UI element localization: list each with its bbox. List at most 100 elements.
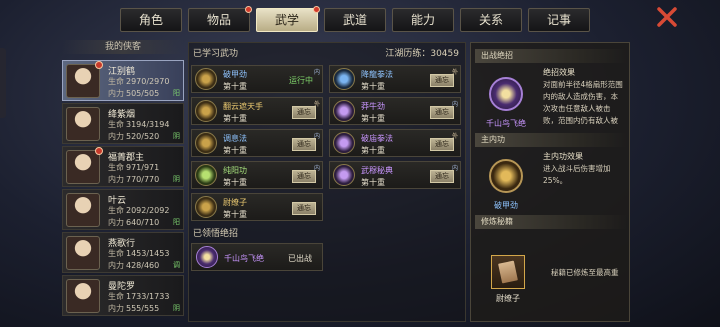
notification-dot — [95, 61, 103, 69]
ultimate-state: 已出战 — [288, 254, 312, 263]
tab-4[interactable]: 能力 — [392, 8, 454, 32]
skill-card[interactable]: 破庙拳法 第十重外通忘 — [329, 129, 461, 157]
forget-skill-button[interactable]: 通忘 — [292, 202, 316, 215]
skill-icon — [333, 132, 355, 154]
skill-name: 降龍拳法 — [361, 70, 393, 79]
avatar — [66, 193, 100, 227]
skill-icon — [195, 100, 217, 122]
tab-label: 角色 — [138, 13, 163, 27]
tab-label: 记事 — [546, 13, 571, 27]
mp-value: 428/460 — [126, 261, 160, 270]
skill-card[interactable]: 尉缭子 第十重 通忘 — [191, 193, 323, 221]
tab-label: 武道 — [342, 13, 367, 27]
hp-row: 生命 3194/3194 — [108, 119, 169, 130]
practice-head: 修炼秘籍 — [475, 215, 627, 229]
inner-art-head: 主内功 — [475, 133, 627, 147]
alignment-badge: 调 — [173, 261, 180, 269]
skill-card[interactable]: 翻云遮天手 第十重外通忘 — [191, 97, 323, 125]
character-card[interactable]: 绛紫烟 生命 3194/3194 内力 520/520 阴 — [62, 103, 184, 144]
top-tab-bar: 角色 物品 武学 武道 能力 关系 记事 — [120, 6, 590, 32]
skill-level: 第十重 — [361, 178, 385, 187]
mp-value: 505/505 — [126, 89, 160, 98]
skill-card[interactable]: 降龍拳法 第十重外通忘 — [329, 65, 461, 93]
forget-skill-button[interactable]: 通忘 — [430, 106, 454, 119]
close-icon[interactable] — [656, 6, 678, 28]
detail-panel: 出战绝招 千山鸟飞绝 绝招效果 对面前半径4格扇形范围内的敌人造成伤害，本次攻击… — [470, 42, 630, 322]
mp-label: 内力 — [108, 132, 124, 141]
hp-value: 2970/2970 — [126, 77, 170, 86]
mp-row: 内力 555/555 — [108, 303, 159, 314]
tab-5[interactable]: 关系 — [460, 8, 522, 32]
skill-icon — [333, 68, 355, 90]
notification-dot — [95, 147, 103, 155]
hp-label: 生命 — [108, 292, 124, 301]
skill-card[interactable]: 调息法 第十重内通忘 — [191, 129, 323, 157]
tab-label: 能力 — [410, 13, 435, 27]
mp-row: 内力 640/710 — [108, 217, 159, 228]
avatar — [66, 236, 100, 270]
character-card[interactable]: 福菁郡主 生命 971/971 内力 770/770 阴 — [62, 146, 184, 187]
hp-label: 生命 — [108, 77, 124, 86]
forget-skill-button[interactable]: 通忘 — [430, 74, 454, 87]
character-list-label: 我的侠客 — [62, 40, 184, 54]
avatar — [66, 279, 100, 313]
mp-row: 内力 428/460 — [108, 260, 159, 271]
skill-name: 调息法 — [223, 134, 247, 143]
forget-skill-button[interactable]: 通忘 — [430, 138, 454, 151]
mp-row: 内力 520/520 — [108, 131, 159, 142]
inner-effect-desc: 进入战斗后伤害增加25%。 — [543, 164, 611, 185]
tab-label: 物品 — [206, 13, 231, 27]
skill-card[interactable]: 莽牛劲 第十重内通忘 — [329, 97, 461, 125]
skill-icon — [195, 132, 217, 154]
mp-row: 内力 505/505 — [108, 88, 159, 99]
skill-icon — [333, 100, 355, 122]
ultimate-effect-title: 绝招效果 — [543, 68, 575, 77]
hp-row: 生命 2092/2092 — [108, 205, 169, 216]
tab-2[interactable]: 武学 — [256, 6, 320, 32]
inner-art-icon[interactable] — [489, 159, 523, 193]
manual-label: 尉缭子 — [496, 294, 520, 303]
alignment-badge: 阴 — [173, 132, 180, 140]
tab-1[interactable]: 物品 — [188, 6, 252, 32]
mp-label: 内力 — [108, 261, 124, 270]
skill-level: 第十重 — [223, 146, 247, 155]
notification-dot — [245, 6, 252, 13]
skill-name: 尉缭子 — [223, 198, 247, 207]
skill-name: 翻云遮天手 — [223, 102, 263, 111]
character-card[interactable]: 江别鹤 生命 2970/2970 内力 505/505 阳 — [62, 60, 184, 101]
tab-label: 武学 — [274, 13, 299, 27]
mp-label: 内力 — [108, 89, 124, 98]
ultimate-slot[interactable]: 千山鸟飞绝 已出战 — [191, 243, 323, 271]
skill-level: 第十重 — [361, 114, 385, 123]
ultimate-big-icon[interactable] — [489, 77, 523, 111]
character-card[interactable]: 燕歌行 生命 1453/1453 内力 428/460 调 — [62, 232, 184, 273]
hp-label: 生命 — [108, 249, 124, 258]
ultimate-name: 千山鸟飞绝 — [224, 254, 264, 263]
skill-card[interactable]: 破甲劲 第十重 内运行中 — [191, 65, 323, 93]
mp-label: 内力 — [108, 218, 124, 227]
hp-value: 1733/1733 — [126, 292, 170, 301]
forget-skill-button[interactable]: 通忘 — [430, 170, 454, 183]
character-card[interactable]: 曼陀罗 生命 1733/1733 内力 555/555 阴 — [62, 275, 184, 316]
tab-3[interactable]: 武道 — [324, 8, 386, 32]
forget-skill-button[interactable]: 通忘 — [292, 106, 316, 119]
skill-type-tag: 内 — [313, 69, 320, 76]
hp-row: 生命 971/971 — [108, 162, 159, 173]
tab-0[interactable]: 角色 — [120, 8, 182, 32]
hp-value: 3194/3194 — [126, 120, 170, 129]
alignment-badge: 阴 — [173, 175, 180, 183]
hp-label: 生命 — [108, 120, 124, 129]
forget-skill-button[interactable]: 通忘 — [292, 138, 316, 151]
skill-card[interactable]: 武穆秘典 第十重内通忘 — [329, 161, 461, 189]
alignment-badge: 阳 — [173, 89, 180, 97]
mp-row: 内力 770/770 — [108, 174, 159, 185]
skill-name: 纯阳功 — [223, 166, 247, 175]
manual-book-icon[interactable] — [491, 255, 525, 289]
forget-skill-button[interactable]: 通忘 — [292, 170, 316, 183]
notification-dot — [313, 6, 320, 13]
hp-value: 2092/2092 — [126, 206, 170, 215]
skill-card[interactable]: 纯阳功 第十重内通忘 — [191, 161, 323, 189]
experience-value: 30459 — [430, 49, 459, 59]
character-card[interactable]: 叶云 生命 2092/2092 内力 640/710 阳 — [62, 189, 184, 230]
tab-6[interactable]: 记事 — [528, 8, 590, 32]
